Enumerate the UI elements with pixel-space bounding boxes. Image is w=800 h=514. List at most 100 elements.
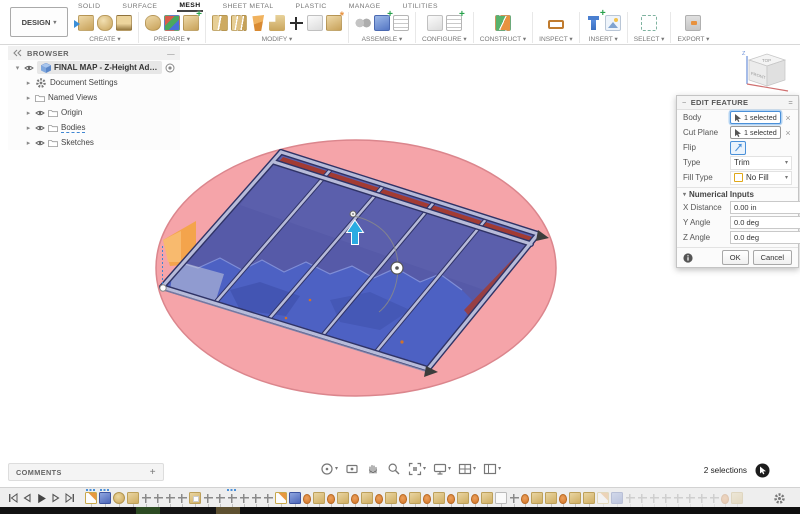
face-groups-icon[interactable] — [164, 15, 180, 31]
bom-table-icon[interactable] — [393, 15, 409, 31]
insert-canvas-icon[interactable] — [605, 15, 621, 31]
sketch-feature-icon[interactable] — [275, 492, 287, 504]
toolbar-group-label[interactable]: SELECT ▾ — [634, 35, 665, 43]
move-feature-icon[interactable] — [685, 493, 695, 503]
toolbar-group-label[interactable]: INSPECT ▾ — [539, 35, 573, 43]
tab-solid[interactable]: SOLID — [76, 2, 102, 11]
mesh-feature-icon[interactable] — [611, 492, 623, 504]
browser-item-named-views[interactable]: ▸ Named Views — [8, 90, 180, 105]
tab-plastic[interactable]: PLASTIC — [294, 2, 329, 11]
cut-plane-selection-button[interactable]: 1 selected — [730, 126, 781, 139]
x-distance-input[interactable] — [730, 201, 800, 214]
boxw-feature-icon[interactable] — [189, 492, 201, 504]
chevron-right-icon[interactable]: ▸ — [25, 139, 32, 147]
convert-mesh-icon[interactable] — [326, 15, 342, 31]
box-feature-icon[interactable] — [361, 492, 373, 504]
orange-feature-icon[interactable] — [521, 494, 529, 504]
fill-type-dropdown[interactable]: No Fill ▾ — [730, 171, 792, 185]
tab-surface[interactable]: SURFACE — [120, 2, 159, 11]
toolbar-group-label[interactable]: CREATE ▾ — [89, 35, 120, 43]
workspace-switcher[interactable]: DESIGN ▾ — [10, 7, 68, 37]
timeline-settings-gear-icon[interactable] — [773, 492, 786, 505]
box-feature-icon[interactable] — [433, 492, 445, 504]
eye-icon[interactable] — [24, 64, 34, 72]
delete-faces-icon[interactable] — [307, 15, 323, 31]
browser-item-sketches[interactable]: ▸ Sketches — [8, 135, 180, 150]
eye-icon[interactable] — [35, 124, 45, 132]
move-feature-icon[interactable] — [177, 493, 187, 503]
joint-icon[interactable] — [355, 15, 371, 31]
look-at-icon[interactable] — [345, 462, 359, 476]
round-feature-icon[interactable] — [113, 492, 125, 504]
minimize-panel-icon[interactable]: — — [167, 49, 175, 58]
activate-component-radio[interactable] — [165, 63, 175, 73]
chevron-right-icon[interactable]: ▸ — [25, 124, 32, 132]
move-feature-icon[interactable] — [215, 493, 225, 503]
toolbar-group-label[interactable]: PREPARE ▾ — [154, 35, 190, 43]
sketch-feature-icon[interactable] — [597, 492, 609, 504]
ok-button[interactable]: OK — [722, 250, 749, 265]
box-feature-icon[interactable] — [731, 492, 743, 504]
tab-sheet-metal[interactable]: SHEET METAL — [221, 2, 276, 11]
move-feature-icon[interactable] — [251, 493, 261, 503]
move-feature-icon[interactable] — [625, 493, 635, 503]
move-feature-icon[interactable] — [227, 493, 237, 503]
erase-and-fill-icon[interactable] — [250, 15, 266, 31]
browser-item-origin[interactable]: ▸ Origin — [8, 105, 180, 120]
chevron-right-icon[interactable]: ▸ — [25, 109, 32, 117]
create-mesh-cylinder-icon[interactable] — [97, 15, 113, 31]
selection-tool-icon[interactable] — [755, 463, 770, 478]
chevron-right-icon[interactable]: ▸ — [25, 94, 32, 102]
zoom-icon[interactable] — [387, 462, 401, 476]
grid-layout-icon[interactable]: ▾ — [458, 462, 476, 476]
play-button[interactable] — [36, 493, 47, 504]
clear-selection-icon[interactable]: × — [784, 128, 792, 138]
move-feature-icon[interactable] — [637, 493, 647, 503]
export-icon[interactable] — [685, 15, 701, 31]
body-selection-button[interactable]: 1 selected — [730, 111, 781, 124]
add-comment-button[interactable]: + — [150, 467, 156, 478]
generate-face-groups-icon[interactable] — [183, 15, 199, 31]
insert-derive-icon[interactable] — [586, 15, 602, 31]
box-feature-icon[interactable] — [545, 492, 557, 504]
orange-feature-icon[interactable] — [375, 494, 383, 504]
toolbar-group-label[interactable]: ASSEMBLE ▾ — [362, 35, 403, 43]
insert-mesh-icon[interactable] — [78, 15, 94, 31]
toolbar-group-label[interactable]: CONSTRUCT ▾ — [480, 35, 526, 43]
move-copy-icon[interactable] — [288, 15, 304, 31]
z-angle-input[interactable] — [730, 231, 800, 244]
box-feature-icon[interactable] — [583, 492, 595, 504]
view-cube[interactable]: Z TOP FRONT — [740, 46, 792, 101]
orange-feature-icon[interactable] — [559, 494, 567, 504]
measure-icon[interactable] — [548, 20, 564, 29]
move-feature-icon[interactable] — [661, 493, 671, 503]
drag-handle-icon[interactable]: = — [788, 98, 793, 107]
mesh-repair-icon[interactable] — [145, 15, 161, 31]
orange-feature-icon[interactable] — [423, 494, 431, 504]
move-feature-icon[interactable] — [673, 493, 683, 503]
orange-feature-icon[interactable] — [721, 494, 729, 504]
box-feature-icon[interactable] — [127, 492, 139, 504]
box-feature-icon[interactable] — [337, 492, 349, 504]
info-icon[interactable] — [683, 253, 693, 263]
mesh-feature-icon[interactable] — [99, 492, 111, 504]
move-feature-icon[interactable] — [697, 493, 707, 503]
dialog-header[interactable]: − EDIT FEATURE = — [677, 96, 798, 110]
collapse-panel-icon[interactable] — [13, 49, 23, 57]
plane-cut-icon[interactable] — [269, 15, 285, 31]
step-forward-button[interactable] — [51, 493, 61, 503]
box-feature-icon[interactable] — [569, 492, 581, 504]
remesh-icon[interactable] — [212, 15, 228, 31]
toolbar-group-label[interactable]: MODIFY ▾ — [262, 35, 293, 43]
collapse-icon[interactable]: − — [682, 98, 687, 107]
white-feature-icon[interactable] — [495, 492, 507, 504]
box-feature-icon[interactable] — [409, 492, 421, 504]
browser-item-bodies[interactable]: ▸ Bodies — [8, 120, 180, 135]
clear-selection-icon[interactable]: × — [784, 113, 792, 123]
configuration-table-icon[interactable] — [446, 15, 462, 31]
select-window-icon[interactable] — [641, 15, 657, 31]
eye-icon[interactable] — [35, 139, 45, 147]
orange-feature-icon[interactable] — [471, 494, 479, 504]
new-component-icon[interactable] — [374, 15, 390, 31]
box-feature-icon[interactable] — [385, 492, 397, 504]
